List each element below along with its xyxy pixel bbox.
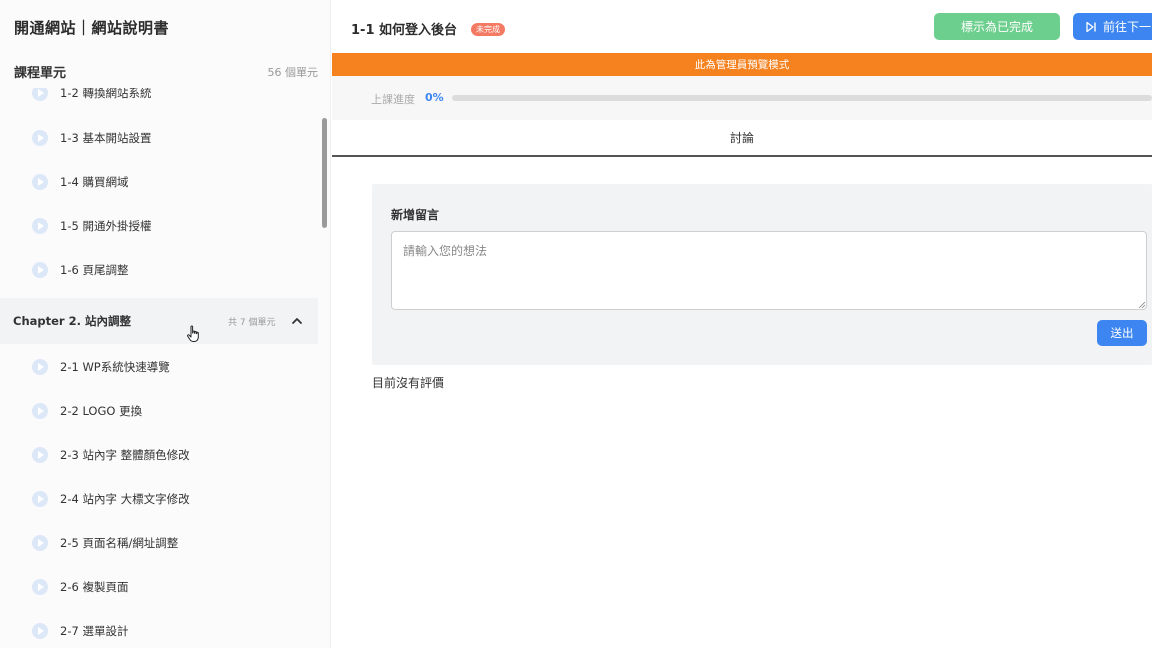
comment-section: 新增留言 送出 [372, 184, 1152, 365]
mark-complete-button[interactable]: 標示為已完成 [934, 13, 1060, 40]
lesson-item[interactable]: 1-6 頁尾調整 [0, 255, 318, 285]
lesson-item[interactable]: 1-4 購買網域 [0, 167, 318, 197]
tab-discussion[interactable]: 討論 [332, 120, 1152, 157]
units-count: 56 個單元 [267, 65, 319, 79]
resize-grip-icon[interactable] [1138, 301, 1146, 309]
lesson-label: 2-5 頁面名稱/網址調整 [60, 536, 179, 550]
lesson-label: 2-1 WP系統快速導覽 [60, 360, 170, 374]
lesson-label: 2-4 站內字 大標文字修改 [60, 492, 190, 506]
units-title: 課程單元 [14, 66, 67, 81]
lesson-item[interactable]: 1-5 開通外掛授權 [0, 211, 318, 241]
units-header: 課程單元 56 個單元 [14, 62, 319, 82]
chapter-2-header[interactable]: Chapter 2. 站內調整 共 7 個單元 [0, 298, 318, 344]
no-reviews-text: 目前沒有評價 [372, 376, 445, 390]
hand-pointer-icon [187, 325, 199, 342]
lesson-main: 1-1 如何登入後台 未完成 標示為已完成 前往下一 此為管理員預覽模式 上課進… [332, 0, 1152, 648]
lesson-item[interactable]: 1-3 基本開站設置 [0, 123, 318, 153]
play-icon [32, 174, 48, 190]
lesson-item[interactable]: 1-2 轉換網站系統 [0, 88, 318, 101]
play-icon [32, 623, 48, 639]
lesson-item[interactable]: 2-6 複製頁面 [0, 572, 318, 602]
lesson-item[interactable]: 2-2 LOGO 更換 [0, 396, 318, 426]
lesson-label: 2-6 複製頁面 [60, 580, 129, 594]
course-sidebar: 開通網站｜網站說明書 課程單元 56 個單元 1-2 轉換網站系統 1-3 基本… [0, 0, 331, 648]
lesson-item[interactable]: 2-5 頁面名稱/網址調整 [0, 528, 318, 558]
skip-next-icon [1086, 21, 1096, 32]
play-icon [32, 130, 48, 146]
chevron-up-icon[interactable] [290, 314, 304, 328]
progress-value: 0% [425, 91, 444, 104]
play-icon [32, 88, 48, 101]
chapter-title: Chapter 2. 站內調整 [13, 314, 131, 328]
lesson-label: 1-2 轉換網站系統 [60, 88, 152, 100]
play-icon [32, 535, 48, 551]
lesson-topbar: 1-1 如何登入後台 未完成 標示為已完成 前往下一 [332, 0, 1152, 52]
lesson-label: 1-5 開通外掛授權 [60, 219, 152, 233]
course-page: 開通網站｜網站說明書 課程單元 56 個單元 1-2 轉換網站系統 1-3 基本… [0, 0, 1152, 648]
progress-label: 上課進度 [371, 93, 415, 106]
play-icon [32, 218, 48, 234]
admin-preview-banner: 此為管理員預覽模式 [332, 53, 1152, 76]
lesson-item[interactable]: 2-3 站內字 整體顏色修改 [0, 440, 318, 470]
chapter-count: 共 7 個單元 [228, 317, 276, 328]
lesson-label: 1-3 基本開站設置 [60, 131, 152, 145]
lesson-item[interactable]: 2-4 站內字 大標文字修改 [0, 484, 318, 514]
lesson-label: 2-7 選單設計 [60, 624, 129, 638]
lesson-item[interactable]: 2-1 WP系統快速導覽 [0, 352, 318, 382]
submit-comment-button[interactable]: 送出 [1097, 320, 1147, 346]
comment-input[interactable] [391, 231, 1147, 310]
progress-area: 上課進度 0% [332, 76, 1152, 120]
progress-bar [452, 95, 1152, 101]
sidebar-scrollbar[interactable] [320, 0, 328, 648]
comment-title: 新增留言 [391, 208, 440, 222]
play-icon [32, 403, 48, 419]
lesson-item[interactable]: 2-7 選單設計 [0, 616, 318, 646]
play-icon [32, 359, 48, 375]
lesson-title: 1-1 如何登入後台 [351, 23, 458, 38]
status-badge: 未完成 [471, 23, 505, 36]
site-title: 開通網站｜網站說明書 [14, 19, 170, 37]
lesson-label: 1-4 購買網域 [60, 175, 129, 189]
next-lesson-label: 前往下一 [1103, 20, 1152, 34]
play-icon [32, 262, 48, 278]
tab-discussion-label: 討論 [729, 131, 754, 145]
play-icon [32, 579, 48, 595]
lesson-label: 1-6 頁尾調整 [60, 263, 129, 277]
next-lesson-button[interactable]: 前往下一 [1073, 13, 1152, 40]
play-icon [32, 447, 48, 463]
lesson-label: 2-3 站內字 整體顏色修改 [60, 448, 190, 462]
sidebar-scroll-thumb[interactable] [322, 118, 327, 228]
lesson-label: 2-2 LOGO 更換 [60, 404, 143, 418]
play-icon [32, 491, 48, 507]
